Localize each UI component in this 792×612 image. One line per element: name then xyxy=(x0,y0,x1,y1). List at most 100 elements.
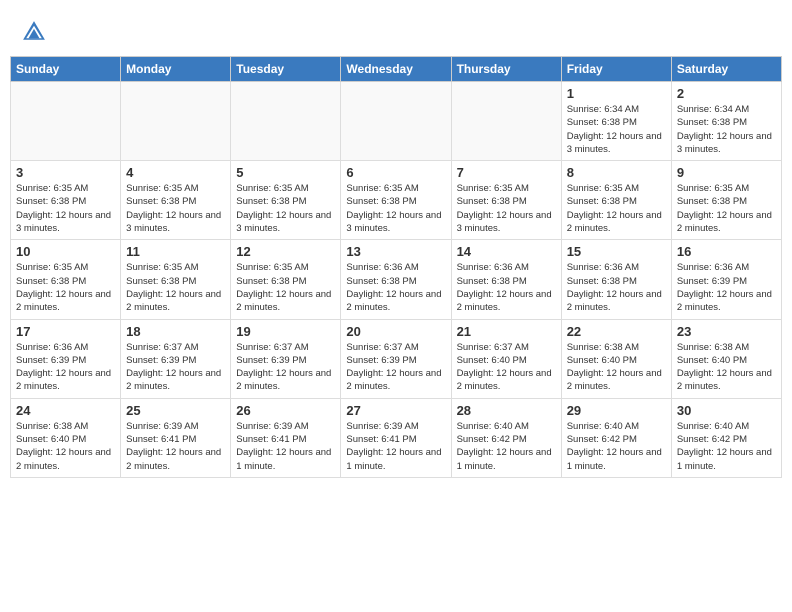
day-number: 29 xyxy=(567,403,666,418)
calendar-cell: 2 Sunrise: 6:34 AM Sunset: 6:38 PM Daylig… xyxy=(671,82,781,161)
day-info: Sunrise: 6:37 AM Sunset: 6:39 PM Dayligh… xyxy=(236,341,335,394)
header-monday: Monday xyxy=(121,57,231,82)
header-saturday: Saturday xyxy=(671,57,781,82)
day-number: 11 xyxy=(126,244,225,259)
calendar-cell: 7Sunrise: 6:35 AM Sunset: 6:38 PM Daylig… xyxy=(451,161,561,240)
header-friday: Friday xyxy=(561,57,671,82)
day-number: 21 xyxy=(457,324,556,339)
calendar-cell: 18Sunrise: 6:37 AM Sunset: 6:39 PM Dayli… xyxy=(121,319,231,398)
calendar-body: 1 Sunrise: 6:34 AM Sunset: 6:38 PM Daylig… xyxy=(11,82,782,478)
day-info: Sunrise: 6:37 AM Sunset: 6:39 PM Dayligh… xyxy=(346,341,445,394)
calendar-cell xyxy=(121,82,231,161)
day-number: 6 xyxy=(346,165,445,180)
day-info: Sunrise: 6:36 AM Sunset: 6:38 PM Dayligh… xyxy=(567,261,666,314)
day-number: 15 xyxy=(567,244,666,259)
header-wednesday: Wednesday xyxy=(341,57,451,82)
calendar-cell: 5 Sunrise: 6:35 AM Sunset: 6:38 PM Daylig… xyxy=(231,161,341,240)
day-info: Sunrise: 6:38 AM Sunset: 6:40 PM Dayligh… xyxy=(677,341,776,394)
day-number: 12 xyxy=(236,244,335,259)
day-info: Sunrise: 6:36 AM Sunset: 6:39 PM Dayligh… xyxy=(16,341,115,394)
calendar-cell: 4Sunrise: 6:35 AM Sunset: 6:38 PM Daylig… xyxy=(121,161,231,240)
day-info: Sunrise: 6:35 AM Sunset: 6:38 PM Dayligh… xyxy=(236,261,335,314)
day-number: 20 xyxy=(346,324,445,339)
day-number: 19 xyxy=(236,324,335,339)
calendar-cell: 9 Sunrise: 6:35 AM Sunset: 6:38 PM Daylig… xyxy=(671,161,781,240)
day-number: 16 xyxy=(677,244,776,259)
week-row-1: 3 Sunrise: 6:35 AM Sunset: 6:38 PM Daylig… xyxy=(11,161,782,240)
calendar-cell: 10 Sunrise: 6:35 AM Sunset: 6:38 PM Dayli… xyxy=(11,240,121,319)
day-number: 24 xyxy=(16,403,115,418)
calendar-cell: 19 Sunrise: 6:37 AM Sunset: 6:39 PM Dayli… xyxy=(231,319,341,398)
logo-icon xyxy=(20,18,48,46)
header-tuesday: Tuesday xyxy=(231,57,341,82)
calendar-cell: 6Sunrise: 6:35 AM Sunset: 6:38 PM Daylig… xyxy=(341,161,451,240)
header-sunday: Sunday xyxy=(11,57,121,82)
day-number: 2 xyxy=(677,86,776,101)
day-info: Sunrise: 6:36 AM Sunset: 6:38 PM Dayligh… xyxy=(457,261,556,314)
calendar-cell: 8 Sunrise: 6:35 AM Sunset: 6:38 PM Daylig… xyxy=(561,161,671,240)
day-info: Sunrise: 6:35 AM Sunset: 6:38 PM Dayligh… xyxy=(236,182,335,235)
logo xyxy=(20,18,54,46)
week-row-0: 1 Sunrise: 6:34 AM Sunset: 6:38 PM Daylig… xyxy=(11,82,782,161)
day-number: 22 xyxy=(567,324,666,339)
calendar-cell: 29 Sunrise: 6:40 AM Sunset: 6:42 PM Dayli… xyxy=(561,398,671,477)
calendar-cell: 1 Sunrise: 6:34 AM Sunset: 6:38 PM Daylig… xyxy=(561,82,671,161)
day-number: 1 xyxy=(567,86,666,101)
day-info: Sunrise: 6:37 AM Sunset: 6:39 PM Dayligh… xyxy=(126,341,225,394)
calendar-cell: 28 Sunrise: 6:40 AM Sunset: 6:42 PM Dayli… xyxy=(451,398,561,477)
calendar-cell: 24 Sunrise: 6:38 AM Sunset: 6:40 PM Dayli… xyxy=(11,398,121,477)
day-number: 26 xyxy=(236,403,335,418)
day-number: 25 xyxy=(126,403,225,418)
calendar-table: SundayMondayTuesdayWednesdayThursdayFrid… xyxy=(10,56,782,478)
calendar-wrapper: SundayMondayTuesdayWednesdayThursdayFrid… xyxy=(0,56,792,488)
day-number: 8 xyxy=(567,165,666,180)
day-info: Sunrise: 6:38 AM Sunset: 6:40 PM Dayligh… xyxy=(16,420,115,473)
day-info: Sunrise: 6:39 AM Sunset: 6:41 PM Dayligh… xyxy=(126,420,225,473)
day-number: 9 xyxy=(677,165,776,180)
calendar-cell: 27Sunrise: 6:39 AM Sunset: 6:41 PM Dayli… xyxy=(341,398,451,477)
day-number: 28 xyxy=(457,403,556,418)
day-number: 3 xyxy=(16,165,115,180)
calendar-cell: 3 Sunrise: 6:35 AM Sunset: 6:38 PM Daylig… xyxy=(11,161,121,240)
calendar-cell: 17Sunrise: 6:36 AM Sunset: 6:39 PM Dayli… xyxy=(11,319,121,398)
calendar-header: SundayMondayTuesdayWednesdayThursdayFrid… xyxy=(11,57,782,82)
day-info: Sunrise: 6:35 AM Sunset: 6:38 PM Dayligh… xyxy=(567,182,666,235)
day-number: 14 xyxy=(457,244,556,259)
day-number: 30 xyxy=(677,403,776,418)
day-info: Sunrise: 6:35 AM Sunset: 6:38 PM Dayligh… xyxy=(16,261,115,314)
header-thursday: Thursday xyxy=(451,57,561,82)
day-info: Sunrise: 6:39 AM Sunset: 6:41 PM Dayligh… xyxy=(346,420,445,473)
day-number: 4 xyxy=(126,165,225,180)
calendar-cell: 21 Sunrise: 6:37 AM Sunset: 6:40 PM Dayli… xyxy=(451,319,561,398)
day-info: Sunrise: 6:35 AM Sunset: 6:38 PM Dayligh… xyxy=(677,182,776,235)
calendar-cell: 23Sunrise: 6:38 AM Sunset: 6:40 PM Dayli… xyxy=(671,319,781,398)
week-row-2: 10 Sunrise: 6:35 AM Sunset: 6:38 PM Dayli… xyxy=(11,240,782,319)
calendar-cell: 30 Sunrise: 6:40 AM Sunset: 6:42 PM Dayli… xyxy=(671,398,781,477)
day-number: 5 xyxy=(236,165,335,180)
calendar-cell: 26 Sunrise: 6:39 AM Sunset: 6:41 PM Dayli… xyxy=(231,398,341,477)
calendar-cell: 11Sunrise: 6:35 AM Sunset: 6:38 PM Dayli… xyxy=(121,240,231,319)
calendar-cell xyxy=(231,82,341,161)
day-number: 13 xyxy=(346,244,445,259)
day-info: Sunrise: 6:34 AM Sunset: 6:38 PM Dayligh… xyxy=(677,103,776,156)
day-info: Sunrise: 6:34 AM Sunset: 6:38 PM Dayligh… xyxy=(567,103,666,156)
calendar-cell: 16Sunrise: 6:36 AM Sunset: 6:39 PM Dayli… xyxy=(671,240,781,319)
header xyxy=(0,0,792,56)
day-info: Sunrise: 6:40 AM Sunset: 6:42 PM Dayligh… xyxy=(457,420,556,473)
day-info: Sunrise: 6:39 AM Sunset: 6:41 PM Dayligh… xyxy=(236,420,335,473)
day-info: Sunrise: 6:36 AM Sunset: 6:38 PM Dayligh… xyxy=(346,261,445,314)
calendar-cell xyxy=(341,82,451,161)
calendar-cell: 15 Sunrise: 6:36 AM Sunset: 6:38 PM Dayli… xyxy=(561,240,671,319)
calendar-cell: 25 Sunrise: 6:39 AM Sunset: 6:41 PM Dayli… xyxy=(121,398,231,477)
day-number: 7 xyxy=(457,165,556,180)
day-number: 10 xyxy=(16,244,115,259)
calendar-cell: 13 Sunrise: 6:36 AM Sunset: 6:38 PM Dayli… xyxy=(341,240,451,319)
calendar-cell xyxy=(11,82,121,161)
day-info: Sunrise: 6:37 AM Sunset: 6:40 PM Dayligh… xyxy=(457,341,556,394)
calendar-cell xyxy=(451,82,561,161)
day-info: Sunrise: 6:40 AM Sunset: 6:42 PM Dayligh… xyxy=(677,420,776,473)
week-row-3: 17Sunrise: 6:36 AM Sunset: 6:39 PM Dayli… xyxy=(11,319,782,398)
day-info: Sunrise: 6:35 AM Sunset: 6:38 PM Dayligh… xyxy=(16,182,115,235)
day-info: Sunrise: 6:40 AM Sunset: 6:42 PM Dayligh… xyxy=(567,420,666,473)
calendar-cell: 14 Sunrise: 6:36 AM Sunset: 6:38 PM Dayli… xyxy=(451,240,561,319)
